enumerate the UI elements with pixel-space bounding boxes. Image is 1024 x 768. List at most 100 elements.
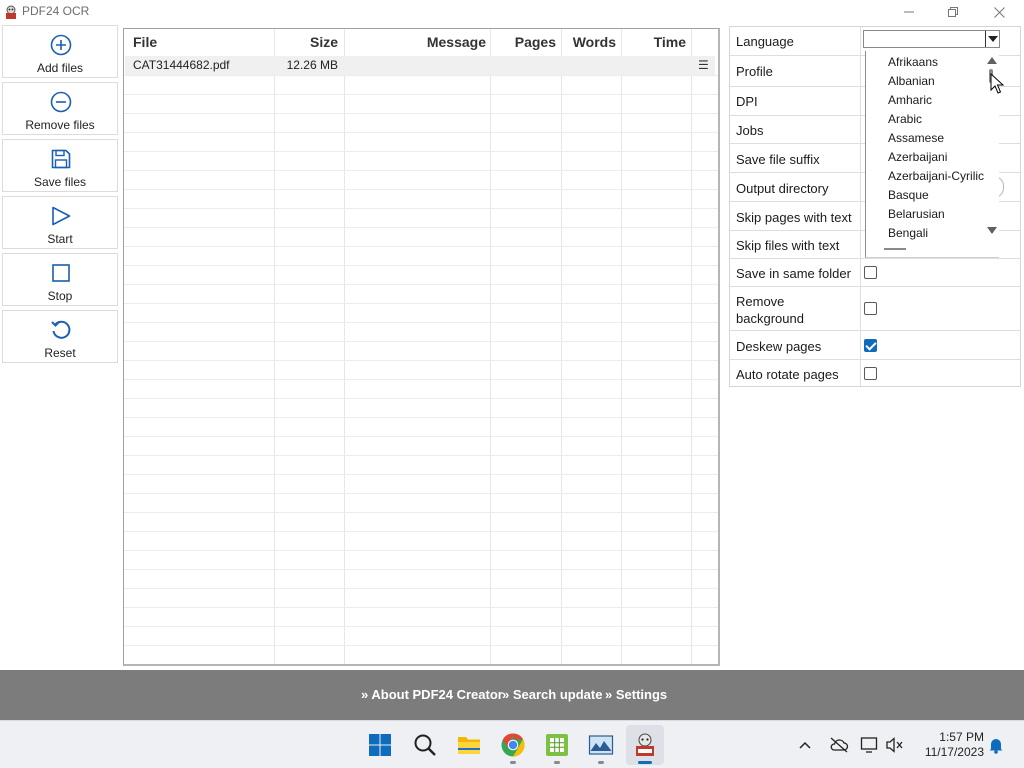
remove-background-label-line2: background — [736, 311, 804, 326]
chevron-up-icon[interactable] — [798, 740, 812, 750]
output-directory-label: Output directory — [736, 181, 829, 196]
remove-files-button[interactable]: Remove files — [2, 82, 118, 135]
plus-circle-icon — [50, 34, 72, 56]
clock-date: 11/17/2023 — [924, 745, 984, 759]
stop-button[interactable]: Stop — [2, 253, 118, 306]
search-update-link[interactable]: » Search update — [502, 687, 602, 702]
remove-background-checkbox[interactable] — [864, 302, 877, 315]
settings-column-divider — [860, 27, 861, 386]
settings-link[interactable]: » Settings — [605, 687, 667, 702]
stop-icon — [52, 264, 70, 282]
about-pdf24-creator-link[interactable]: » About PDF24 Creator — [361, 687, 503, 702]
table-grid-line — [124, 417, 718, 418]
table-grid-line — [124, 132, 718, 133]
language-option[interactable]: Bengali — [888, 226, 928, 240]
language-select[interactable] — [863, 30, 1000, 48]
network-icon[interactable] — [860, 736, 880, 754]
language-option[interactable]: Afrikaans — [888, 55, 938, 69]
settings-row-divider — [730, 258, 1020, 259]
pdf24-app-icon — [6, 5, 16, 19]
column-header-message[interactable]: Message — [344, 29, 486, 56]
file-name-cell: CAT31444682.pdf — [133, 58, 230, 72]
pdf24-ocr-window: PDF24 OCR Add files Remove files Save fi… — [0, 0, 1024, 768]
pdf24-icon[interactable] — [632, 732, 658, 758]
image-viewer-running-indicator — [598, 761, 604, 764]
language-option[interactable]: Azerbaijani — [888, 150, 947, 164]
language-dropdown-list[interactable]: Afrikaans Albanian Amharic Arabic Assame… — [865, 51, 999, 258]
start-button[interactable]: Start — [2, 196, 118, 249]
table-grid-line — [124, 227, 718, 228]
save-files-label: Save files — [33, 175, 87, 189]
scroll-up-icon[interactable] — [987, 57, 997, 64]
restore-button[interactable] — [930, 0, 976, 24]
profile-label: Profile — [736, 64, 773, 79]
settings-row-divider — [730, 330, 1020, 331]
deskew-pages-checkbox[interactable] — [864, 339, 877, 352]
language-option[interactable]: Assamese — [888, 131, 944, 145]
settings-row-divider — [730, 359, 1020, 360]
column-header-pages[interactable]: Pages — [490, 29, 556, 56]
chevron-down-icon[interactable] — [985, 31, 999, 47]
table-grid-line — [124, 474, 718, 475]
column-header-file[interactable]: File — [133, 29, 157, 56]
window-title: PDF24 OCR — [22, 4, 90, 18]
action-toolbar: Add files Remove files Save files Start — [2, 25, 119, 367]
table-grid-line — [124, 170, 718, 171]
table-grid-line — [124, 341, 718, 342]
table-grid-line — [124, 113, 718, 114]
table-grid-line — [124, 208, 718, 209]
table-grid-line — [124, 531, 718, 532]
volume-muted-icon[interactable] — [885, 736, 905, 754]
table-grid-line — [124, 75, 718, 76]
start-label: Start — [47, 232, 73, 246]
language-option[interactable]: Amharic — [888, 93, 932, 107]
notification-bell-icon[interactable] — [988, 736, 1004, 754]
language-option[interactable]: Belarusian — [888, 207, 945, 221]
stop-label: Stop — [47, 289, 73, 303]
table-grid-line — [124, 379, 718, 380]
search-icon[interactable] — [412, 732, 438, 758]
table-grid-line — [124, 493, 718, 494]
restore-icon — [948, 7, 958, 17]
language-option[interactable]: Basque — [888, 188, 929, 202]
language-option[interactable]: Arabic — [888, 112, 922, 126]
row-menu-icon[interactable]: ☰ — [698, 58, 709, 72]
start-icon[interactable] — [367, 732, 393, 758]
spreadsheet-app-icon[interactable] — [544, 732, 570, 758]
table-grid-line — [124, 322, 718, 323]
file-explorer-icon[interactable] — [456, 732, 482, 758]
chrome-icon[interactable] — [500, 732, 526, 758]
save-files-button[interactable]: Save files — [2, 139, 118, 192]
skip-pages-with-text-label: Skip pages with text — [736, 210, 852, 225]
taskbar: 1:57 PM 11/17/2023 — [0, 720, 1024, 768]
language-option[interactable]: Azerbaijani-Cyrilic — [888, 169, 984, 183]
language-option[interactable]: Albanian — [888, 74, 935, 88]
minimize-button[interactable] — [886, 0, 932, 24]
cloud-offline-icon[interactable] — [829, 736, 849, 754]
horizontal-scrollbar-thumb[interactable] — [884, 248, 906, 250]
image-viewer-icon[interactable] — [588, 732, 614, 758]
file-table[interactable]: File Size Message Pages Words Time CAT31… — [123, 28, 720, 666]
system-clock[interactable]: 1:57 PM 11/17/2023 — [918, 730, 984, 760]
add-files-button[interactable]: Add files — [2, 25, 118, 78]
remove-files-label: Remove files — [25, 118, 95, 132]
table-grid-line — [124, 94, 718, 95]
file-size-cell: 12.26 MB — [286, 58, 338, 72]
table-grid-line — [124, 550, 718, 551]
play-icon — [52, 206, 71, 226]
remove-background-label: Remove background — [736, 293, 804, 327]
table-grid-line — [124, 455, 718, 456]
link-bar: » About PDF24 Creator » Search update » … — [0, 670, 1024, 720]
save-in-same-folder-checkbox[interactable] — [864, 266, 877, 279]
auto-rotate-pages-checkbox[interactable] — [864, 367, 877, 380]
column-header-size[interactable]: Size — [274, 29, 338, 56]
close-button[interactable] — [976, 0, 1022, 24]
reset-button[interactable]: Reset — [2, 310, 118, 363]
column-header-words[interactable]: Words — [561, 29, 616, 56]
column-header-time[interactable]: Time — [621, 29, 686, 56]
pdf24-active-indicator — [638, 761, 652, 764]
skip-files-with-text-label: Skip files with text — [736, 238, 840, 253]
mouse-cursor-icon — [990, 73, 1004, 94]
scroll-down-icon[interactable] — [987, 227, 997, 234]
table-grid-line — [124, 588, 718, 589]
